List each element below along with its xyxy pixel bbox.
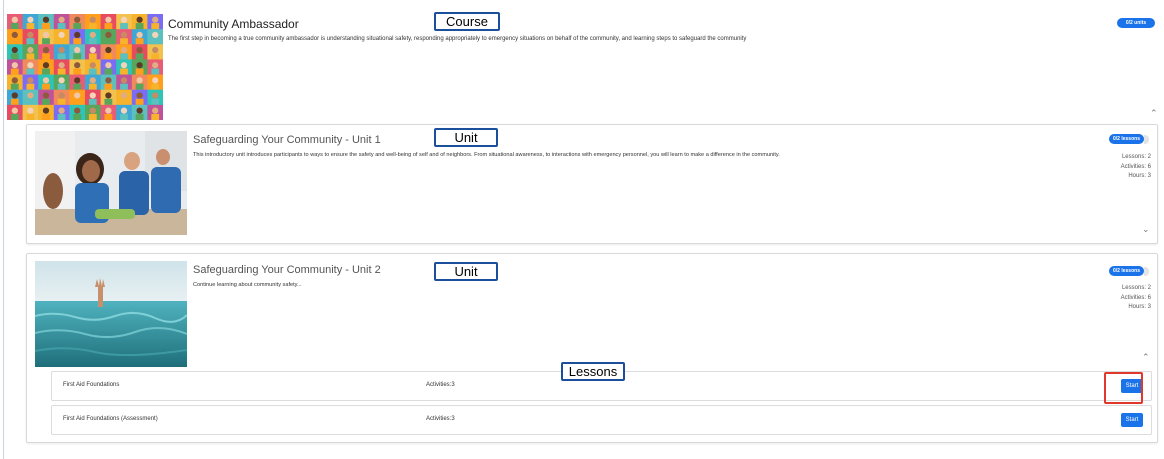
course-description: The first step in becoming a true commun… xyxy=(168,36,747,42)
unit-2-progress-track xyxy=(1144,267,1149,276)
unit-1-progress-badge: 0/2 lessons xyxy=(1109,134,1144,144)
unit-2-progress-badge: 0/2 lessons xyxy=(1109,266,1144,276)
unit-1-image xyxy=(35,131,187,235)
lesson-row: First Aid Foundations (Assessment) Activ… xyxy=(51,405,1152,435)
lesson-2-name: First Aid Foundations (Assessment) xyxy=(63,416,158,422)
unit-2-description: Continue learning about community safety… xyxy=(193,282,302,288)
unit-2-image xyxy=(35,261,187,367)
start-button-highlight xyxy=(1104,372,1143,404)
course-image xyxy=(7,14,163,120)
chevron-up-icon[interactable]: ⌃ xyxy=(1150,108,1158,119)
lessons-annotation-tag: Lessons xyxy=(561,362,625,381)
course-annotation-tag: Course xyxy=(434,12,500,31)
unit-2-stats: Lessons: 2 Activities: 6 Hours: 3 xyxy=(1121,284,1151,313)
unit-1-description: This introductory unit introduces partic… xyxy=(193,152,780,158)
lesson-1-activities: Activities:3 xyxy=(426,382,455,388)
lesson-2-activities: Activities:3 xyxy=(426,416,455,422)
unit-1-title: Safeguarding Your Community - Unit 1 xyxy=(193,134,381,146)
unit-1-annotation-tag: Unit xyxy=(434,128,498,147)
unit-2-hours-count: Hours: 3 xyxy=(1128,304,1151,310)
unit-2-lessons-count: Lessons: 2 xyxy=(1121,285,1151,291)
unit-2-annotation-tag: Unit xyxy=(434,262,498,281)
lesson-2-start-button[interactable]: Start xyxy=(1121,413,1143,427)
lesson-1-name: First Aid Foundations xyxy=(63,382,120,388)
unit-1-activities-count: Activities: 6 xyxy=(1120,163,1151,170)
unit-1-lessons-count: Lessons: 2 xyxy=(1121,154,1151,160)
unit-2-activities-count: Activities: 6 xyxy=(1120,294,1151,301)
left-border xyxy=(3,0,4,459)
course-progress-badge: 0/2 units xyxy=(1117,18,1155,28)
course-title: Community Ambassador xyxy=(168,17,299,31)
unit-1-progress-track xyxy=(1144,135,1149,144)
chevron-up-icon[interactable]: ⌃ xyxy=(1142,352,1150,363)
unit-1-stats: Lessons: 2 Activities: 6 Hours: 3 xyxy=(1121,153,1151,182)
unit-card-1: Safeguarding Your Community - Unit 1 Thi… xyxy=(26,124,1158,244)
chevron-down-icon[interactable]: ⌄ xyxy=(1142,224,1150,235)
unit-1-hours-count: Hours: 3 xyxy=(1128,173,1151,179)
unit-2-title: Safeguarding Your Community - Unit 2 xyxy=(193,264,381,276)
